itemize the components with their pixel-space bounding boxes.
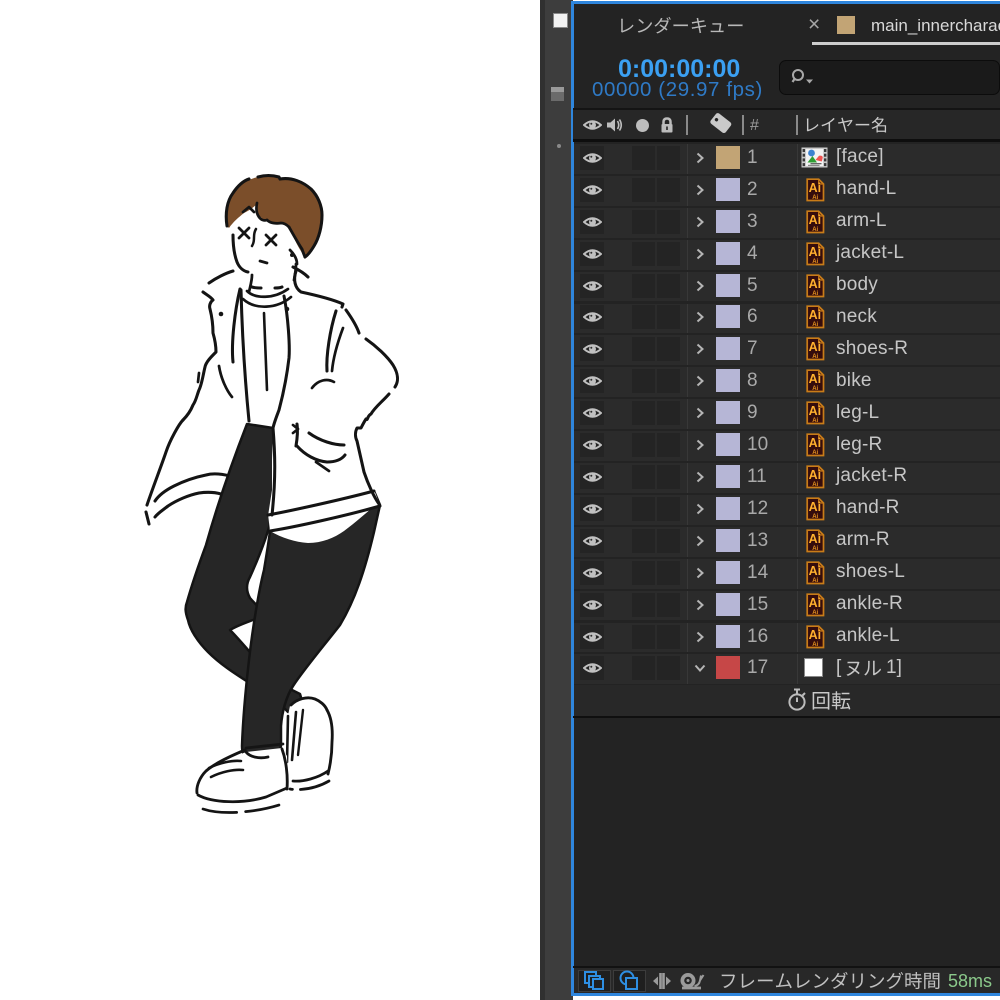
svg-text:Ai: Ai	[809, 181, 822, 195]
svg-text:Ai: Ai	[812, 386, 818, 392]
svg-text:Ai: Ai	[809, 404, 822, 418]
svg-text:Ai: Ai	[812, 291, 818, 297]
svg-text:Ai: Ai	[809, 372, 822, 386]
svg-text:Ai: Ai	[809, 532, 822, 546]
svg-text:Ai: Ai	[812, 642, 818, 648]
svg-text:Ai: Ai	[812, 514, 818, 520]
svg-text:Ai: Ai	[812, 354, 818, 360]
svg-text:Ai: Ai	[809, 628, 822, 642]
svg-text:Ai: Ai	[809, 564, 822, 578]
svg-text:Ai: Ai	[812, 259, 818, 265]
svg-text:Ai: Ai	[809, 596, 822, 610]
svg-text:Ai: Ai	[809, 277, 822, 291]
svg-text:Ai: Ai	[809, 436, 822, 450]
svg-text:Ai: Ai	[812, 610, 818, 616]
svg-text:Ai: Ai	[809, 213, 822, 227]
svg-text:Ai: Ai	[809, 500, 822, 514]
svg-text:Ai: Ai	[812, 450, 818, 456]
svg-text:Ai: Ai	[812, 195, 818, 201]
svg-text:Ai: Ai	[809, 468, 822, 482]
svg-text:Ai: Ai	[812, 482, 818, 488]
svg-text:Ai: Ai	[812, 546, 818, 552]
svg-text:Ai: Ai	[812, 418, 818, 424]
svg-text:Ai: Ai	[809, 309, 822, 323]
svg-text:Ai: Ai	[809, 245, 822, 259]
svg-text:Ai: Ai	[809, 340, 822, 354]
svg-text:Ai: Ai	[812, 227, 818, 233]
svg-text:Ai: Ai	[812, 578, 818, 584]
svg-text:Ai: Ai	[812, 322, 818, 328]
